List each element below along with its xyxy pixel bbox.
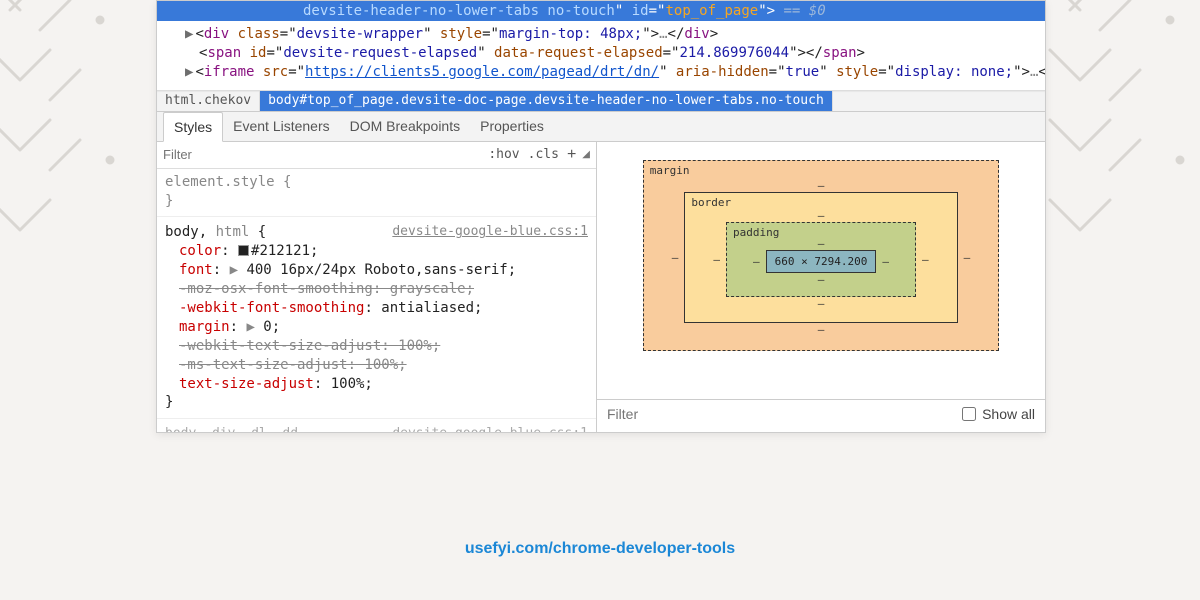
next-rule-peek: body, div, dl, dd devsite-google-blue.cs… (165, 425, 588, 431)
styles-tabs: Styles Event Listeners DOM Breakpoints P… (157, 112, 1045, 142)
tab-styles[interactable]: Styles (163, 112, 223, 142)
show-all-toggle[interactable]: Show all (962, 406, 1035, 422)
expand-arrow-icon[interactable]: ▶ (185, 64, 193, 80)
tab-event-listeners[interactable]: Event Listeners (223, 112, 340, 141)
element-style-open: element.style { (165, 173, 588, 192)
dom-tree[interactable]: ▶<div class="devsite-wrapper" style="mar… (157, 21, 1045, 90)
dom-node-iframe[interactable]: ▶<iframe src="https://clients5.google.co… (185, 63, 1037, 82)
hov-toggle[interactable]: :hov (484, 147, 523, 162)
footer-source-link[interactable]: usefyi.com/chrome-developer-tools (0, 540, 1200, 558)
breadcrumb-body[interactable]: body#top_of_page.devsite-doc-page.devsit… (260, 91, 833, 111)
selected-equals-zero: == $0 (783, 3, 825, 19)
expand-arrow-icon[interactable]: ▶ (246, 319, 263, 335)
styles-filter-input[interactable] (163, 147, 484, 162)
margin-label: margin (650, 164, 690, 177)
overridden-rule: -webkit-text-size-adjust: 100%; (165, 337, 588, 356)
selected-id-value: top_of_page (665, 3, 758, 19)
show-all-checkbox[interactable] (962, 407, 976, 421)
styles-pane: :hov .cls + ◢ element.style { } devsite-… (157, 142, 597, 432)
content-size: 660 × 7294.200 (766, 250, 877, 273)
new-style-rule-button[interactable]: + (563, 146, 580, 164)
cls-toggle[interactable]: .cls (524, 147, 563, 162)
style-rules[interactable]: element.style { } devsite-google-blue.cs… (157, 169, 596, 432)
tab-properties[interactable]: Properties (470, 112, 554, 141)
rule-selector: body, html { (165, 224, 266, 240)
box-model-diagram[interactable]: margin – – border – – padding (597, 142, 1045, 400)
computed-filter-input[interactable] (607, 406, 962, 422)
dom-node-div[interactable]: ▶<div class="devsite-wrapper" style="mar… (185, 25, 1037, 44)
expand-arrow-icon[interactable]: ▶ (230, 262, 247, 278)
tab-dom-breakpoints[interactable]: DOM Breakpoints (340, 112, 470, 141)
overridden-rule: -moz-osx-font-smoothing: grayscale; (165, 280, 588, 299)
selected-id-attr: id (632, 3, 649, 19)
breadcrumb-html[interactable]: html.chekov (157, 91, 260, 111)
devtools-panel: devsite-header-no-lower-tabs no-touch" i… (156, 0, 1046, 433)
breadcrumb: html.chekov body#top_of_page.devsite-doc… (157, 90, 1045, 112)
selected-class-value: devsite-header-no-lower-tabs no-touch (303, 3, 615, 19)
expand-arrow-icon[interactable]: ▶ (185, 26, 193, 42)
computed-pane: margin – – border – – padding (597, 142, 1045, 432)
styles-filter-row: :hov .cls + ◢ (157, 142, 596, 169)
color-swatch-icon[interactable] (238, 245, 249, 256)
lower-split: :hov .cls + ◢ element.style { } devsite-… (157, 142, 1045, 432)
element-style-close: } (165, 192, 588, 211)
dom-node-span[interactable]: <span id="devsite-request-elapsed" data-… (185, 44, 1037, 63)
computed-filter-row: Show all (597, 400, 1045, 432)
overridden-rule: -ms-text-size-adjust: 100%; (165, 356, 588, 375)
rule-source-link[interactable]: devsite-google-blue.css:1 (392, 223, 588, 241)
border-label: border (691, 196, 731, 209)
selected-element-bar[interactable]: devsite-header-no-lower-tabs no-touch" i… (157, 1, 1045, 21)
padding-label: padding (733, 226, 779, 239)
corner-resize-icon: ◢ (580, 149, 590, 160)
